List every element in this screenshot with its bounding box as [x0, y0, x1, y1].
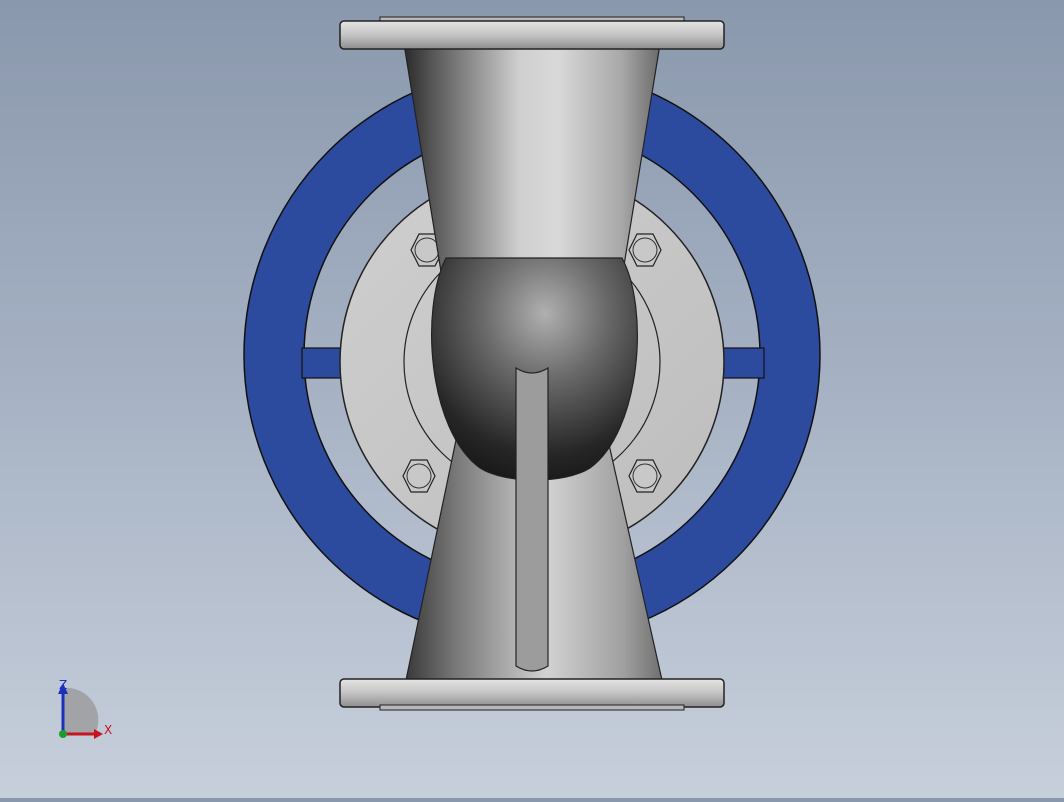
z-axis-label: Z [59, 678, 68, 692]
valve-model[interactable] [0, 0, 1064, 798]
y-axis-icon [59, 730, 67, 738]
bottom-flange[interactable] [339, 678, 725, 711]
graphics-viewport[interactable] [0, 0, 1064, 798]
x-axis-label: X [104, 723, 113, 737]
valve-stem [515, 366, 549, 672]
valve-body-upper [403, 43, 661, 291]
top-flange[interactable] [339, 16, 725, 50]
coordinate-triad: Z X [50, 676, 120, 746]
